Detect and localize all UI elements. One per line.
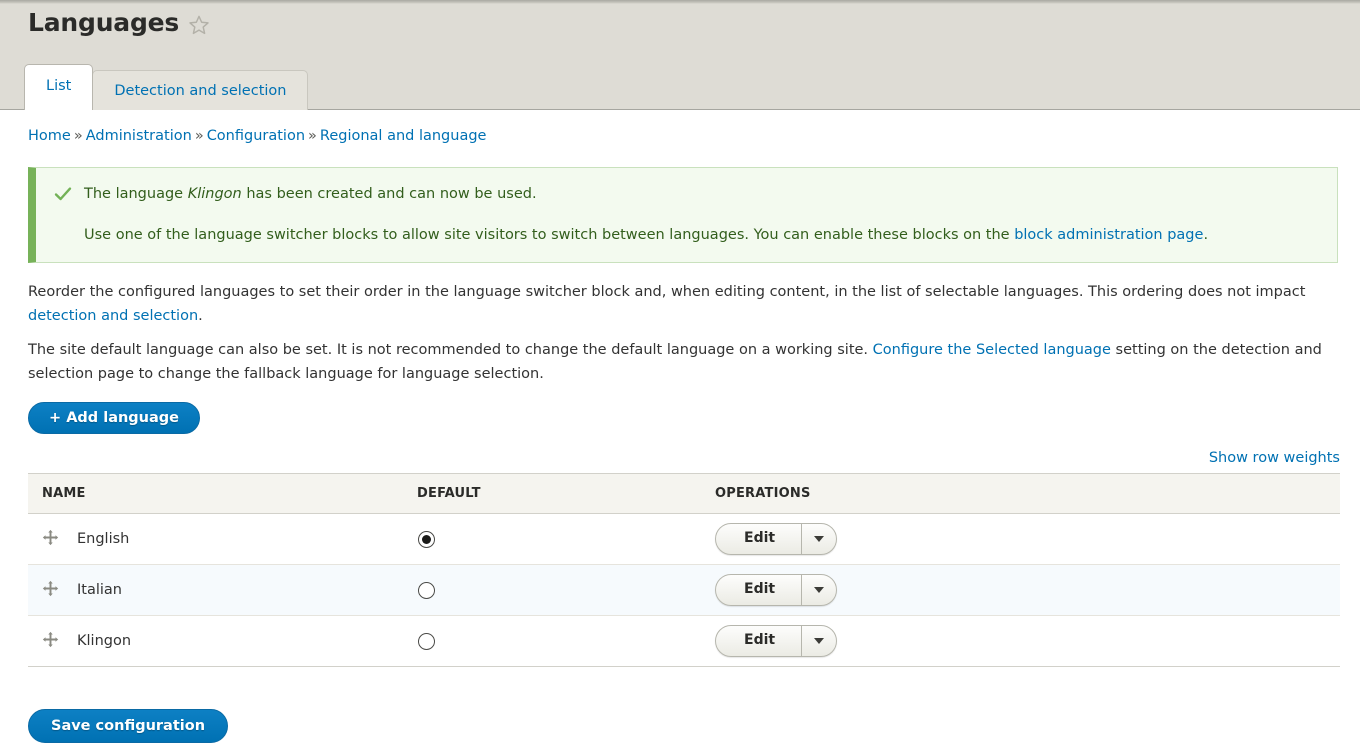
breadcrumb: Home»Administration»Configuration»Region…: [28, 128, 486, 144]
table-row: Italian Edit: [28, 565, 1340, 616]
status-message-text: The language Klingon has been created an…: [84, 183, 537, 205]
row-default-cell: [403, 616, 701, 667]
page-title-area: Languages: [28, 8, 210, 38]
column-header-operations: OPERATIONS: [701, 474, 1340, 514]
breadcrumb-item-regional-and-language[interactable]: Regional and language: [320, 128, 487, 144]
add-language-button[interactable]: + Add language: [28, 402, 200, 434]
operations-dropbutton[interactable]: Edit: [715, 625, 837, 657]
default-language-radio-italian[interactable]: [418, 582, 435, 599]
primary-tabs: List Detection and selection: [24, 65, 307, 110]
status-message-prefix: The language: [84, 186, 188, 202]
language-name: Italian: [77, 582, 122, 598]
column-header-default: DEFAULT: [403, 474, 701, 514]
operations-dropbutton[interactable]: Edit: [715, 574, 837, 606]
page-title: Languages: [28, 8, 179, 38]
row-name-cell: English: [28, 514, 403, 565]
description-paragraph-2: The site default language can also be se…: [28, 338, 1340, 386]
tab-list[interactable]: List: [24, 64, 93, 110]
status-message: The language Klingon has been created an…: [28, 167, 1338, 263]
column-header-name: NAME: [28, 474, 403, 514]
row-name-cell: Klingon: [28, 616, 403, 667]
chevron-down-icon[interactable]: [801, 575, 836, 605]
status-message-suffix: has been created and can now be used.: [242, 186, 537, 202]
status-message-line-2: Use one of the language switcher blocks …: [54, 224, 1319, 246]
move-cross-icon[interactable]: [42, 631, 77, 652]
default-language-radio-klingon[interactable]: [418, 633, 435, 650]
move-cross-icon[interactable]: [42, 529, 77, 550]
edit-button[interactable]: Edit: [716, 524, 801, 554]
configure-selected-language-link[interactable]: Configure the Selected language: [873, 342, 1111, 358]
show-row-weights-link[interactable]: Show row weights: [1209, 450, 1340, 466]
language-name: Klingon: [77, 633, 131, 649]
move-cross-icon[interactable]: [42, 580, 77, 601]
description-2-prefix: The site default language can also be se…: [28, 342, 873, 358]
checkmark-icon: [54, 183, 84, 210]
tab-detection-and-selection-label: Detection and selection: [114, 83, 286, 99]
row-default-cell: [403, 565, 701, 616]
detection-and-selection-link[interactable]: detection and selection: [28, 308, 198, 324]
language-name: English: [77, 531, 129, 547]
row-name-cell: Italian: [28, 565, 403, 616]
table-row: English Edit: [28, 514, 1340, 565]
row-operations-cell: Edit: [701, 514, 1340, 565]
block-administration-page-link[interactable]: block administration page: [1014, 227, 1203, 243]
row-operations-cell: Edit: [701, 616, 1340, 667]
breadcrumb-item-configuration[interactable]: Configuration: [207, 128, 305, 144]
breadcrumb-item-home[interactable]: Home: [28, 128, 71, 144]
languages-table: NAME DEFAULT OPERATIONS English: [28, 473, 1340, 667]
edit-button[interactable]: Edit: [716, 575, 801, 605]
status-message-language-name: Klingon: [188, 186, 242, 202]
edit-button[interactable]: Edit: [716, 626, 801, 656]
save-configuration-button[interactable]: Save configuration: [28, 709, 228, 743]
breadcrumb-separator: »: [195, 128, 204, 144]
default-language-radio-english[interactable]: [418, 531, 435, 548]
page-header: Languages List Detection and selection: [0, 0, 1360, 110]
status-message-secondary-suffix: .: [1203, 227, 1208, 243]
description-paragraph-1: Reorder the configured languages to set …: [28, 280, 1340, 328]
tab-list-label: List: [46, 78, 71, 94]
table-row: Klingon Edit: [28, 616, 1340, 667]
breadcrumb-item-administration[interactable]: Administration: [86, 128, 192, 144]
star-outline-icon[interactable]: [188, 10, 210, 36]
table-header-row: NAME DEFAULT OPERATIONS: [28, 474, 1340, 514]
breadcrumb-separator: »: [74, 128, 83, 144]
row-operations-cell: Edit: [701, 565, 1340, 616]
languages-table-head: NAME DEFAULT OPERATIONS: [28, 474, 1340, 514]
chevron-down-icon[interactable]: [801, 626, 836, 656]
tab-detection-and-selection[interactable]: Detection and selection: [92, 70, 308, 110]
languages-table-body: English Edit: [28, 514, 1340, 667]
chevron-down-icon[interactable]: [801, 524, 836, 554]
row-default-cell: [403, 514, 701, 565]
page-content: Home»Administration»Configuration»Region…: [0, 110, 1360, 750]
status-message-line-1: The language Klingon has been created an…: [54, 183, 1319, 210]
status-message-secondary-prefix: Use one of the language switcher blocks …: [84, 227, 1014, 243]
description-1-suffix: .: [198, 308, 203, 324]
description-1-prefix: Reorder the configured languages to set …: [28, 284, 1305, 300]
operations-dropbutton[interactable]: Edit: [715, 523, 837, 555]
status-message-secondary-text: Use one of the language switcher blocks …: [84, 224, 1208, 246]
toolbar-edge-strip: [0, 0, 1360, 4]
breadcrumb-separator: »: [308, 128, 317, 144]
